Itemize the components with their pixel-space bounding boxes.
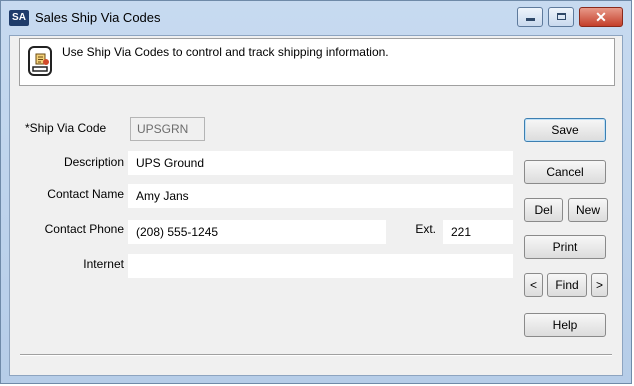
internet-label: Internet bbox=[83, 257, 124, 271]
previous-button[interactable]: < bbox=[524, 273, 543, 297]
ship-via-code-label: *Ship Via Code bbox=[25, 121, 107, 135]
contact-name-label: Contact Name bbox=[47, 187, 124, 201]
minimize-icon bbox=[526, 18, 535, 21]
new-button[interactable]: New bbox=[568, 198, 608, 222]
ship-via-code-field: UPSGRN bbox=[130, 117, 205, 141]
internet-input[interactable] bbox=[128, 254, 513, 278]
contact-phone-input[interactable] bbox=[128, 220, 386, 244]
contact-name-input[interactable] bbox=[128, 184, 513, 208]
close-button[interactable]: ✕ bbox=[579, 7, 623, 27]
description-label: Description bbox=[63, 155, 124, 169]
sa-app-icon[interactable]: SA bbox=[9, 10, 29, 26]
document-info-icon bbox=[26, 45, 56, 79]
maximize-icon bbox=[557, 13, 566, 20]
delete-button[interactable]: Del bbox=[524, 198, 563, 222]
save-button[interactable]: Save bbox=[524, 118, 606, 142]
app-window: SA Sales Ship Via Codes ✕ Use Ship Via C… bbox=[0, 0, 632, 384]
dialog-client-area: Use Ship Via Codes to control and track … bbox=[9, 35, 623, 376]
cancel-button[interactable]: Cancel bbox=[524, 160, 606, 184]
find-button[interactable]: Find bbox=[547, 273, 587, 297]
close-icon: ✕ bbox=[595, 9, 607, 25]
help-button[interactable]: Help bbox=[524, 313, 606, 337]
contact-phone-label: Contact Phone bbox=[44, 222, 124, 236]
maximize-button[interactable] bbox=[548, 7, 574, 27]
minimize-button[interactable] bbox=[517, 7, 543, 27]
bottom-separator bbox=[20, 354, 612, 356]
banner-text: Use Ship Via Codes to control and track … bbox=[62, 45, 389, 59]
info-banner: Use Ship Via Codes to control and track … bbox=[19, 38, 615, 86]
window-title: Sales Ship Via Codes bbox=[35, 10, 161, 25]
ext-label: Ext. bbox=[415, 222, 436, 236]
print-button[interactable]: Print bbox=[524, 235, 606, 259]
ext-input[interactable] bbox=[443, 220, 513, 244]
title-bar[interactable]: SA Sales Ship Via Codes ✕ bbox=[1, 1, 631, 35]
description-input[interactable] bbox=[128, 151, 513, 175]
next-button[interactable]: > bbox=[591, 273, 608, 297]
